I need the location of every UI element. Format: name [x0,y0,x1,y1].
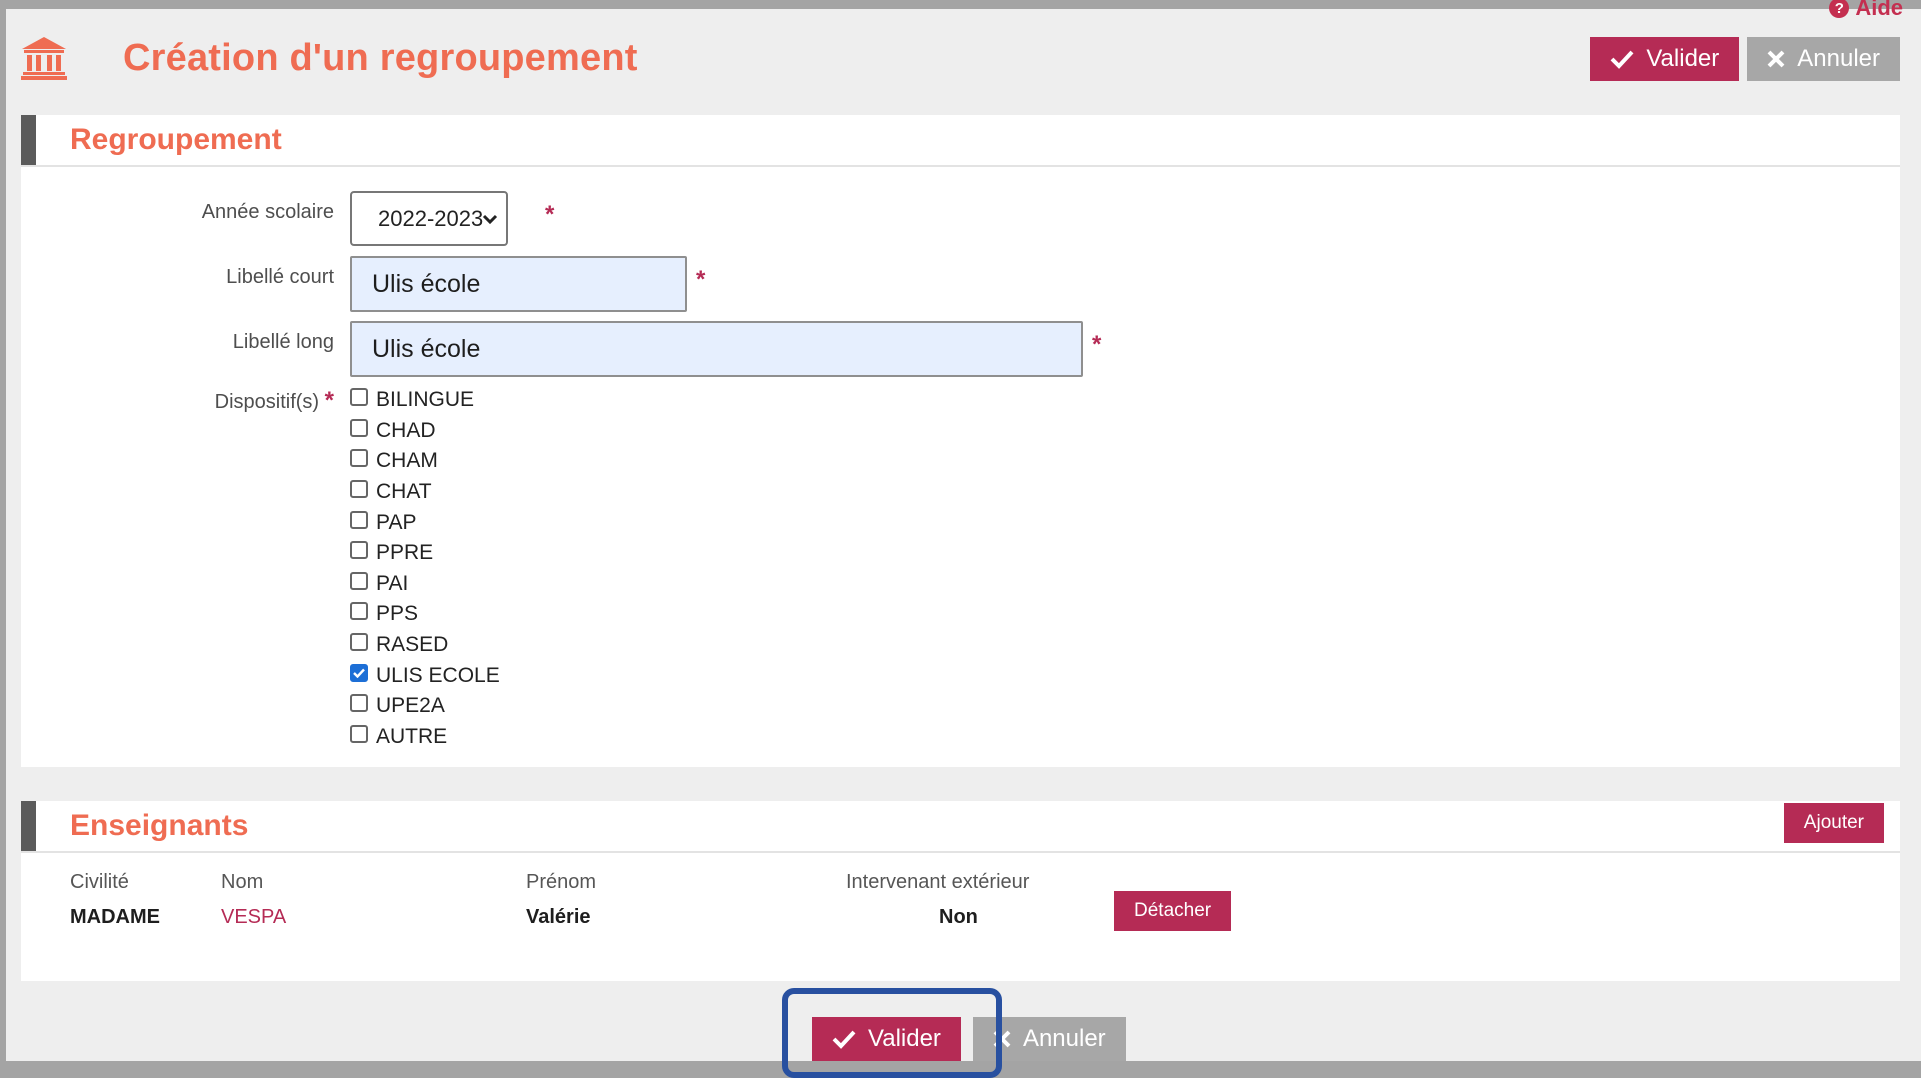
dispositif-item[interactable]: PAI [350,569,500,600]
close-icon [1767,50,1785,68]
dispositifs-label-text: Dispositif(s) [214,391,320,413]
column-nom: Nom [221,871,264,893]
dispositif-label: PAI [376,571,409,595]
section-bar [21,801,36,851]
cancel-label: Annuler [1022,1025,1106,1052]
checkbox[interactable] [350,541,368,560]
dispositif-label: CHAT [376,480,432,504]
dispositif-item[interactable]: UPE2A [350,691,500,722]
annee-select[interactable]: 2022-2023 [350,191,508,246]
checkbox-checked[interactable] [350,663,368,682]
checkbox[interactable] [350,510,368,529]
bank-building-icon [21,37,67,80]
dispositif-item[interactable]: RASED [350,630,500,661]
dispositifs-label: Dispositif(s) * [215,387,334,415]
section-bar [21,115,36,165]
annee-value: 2022-2023 [378,205,484,231]
dispositif-item[interactable]: CHAM [350,446,500,477]
nom-link[interactable]: VESPA [221,906,286,929]
dispositif-label: PPS [376,602,419,626]
exterieur-cell: Non [939,906,978,928]
libelle-long-label: Libellé long [232,331,334,353]
dispositif-label: AUTRE [376,724,448,748]
dispositif-label: UPE2A [376,694,445,718]
column-prenom: Prénom [526,871,597,893]
dispositif-item[interactable]: ULIS ECOLE [350,660,500,691]
page: ? Aide Création d'un regroupement Valide… [6,0,1921,1061]
annee-label: Année scolaire [201,201,334,223]
checkbox[interactable] [350,571,368,590]
checkmark-icon [1610,50,1634,69]
libelle-long-required: * [1092,331,1102,358]
libelle-court-input[interactable] [350,256,687,312]
checkmark-icon [353,668,365,678]
help-label: Aide [1855,0,1903,20]
annee-required: * [545,201,555,228]
dispositif-item[interactable]: PPRE [350,538,500,569]
column-civilite: Civilité [70,871,129,893]
cancel-label: Annuler [1797,45,1880,72]
dispositif-item[interactable]: BILINGUE [350,385,500,416]
regroupement-title: Regroupement [70,123,282,156]
bottom-actions: Valider Annuler [812,1017,1126,1061]
add-teacher-button[interactable]: Ajouter [1783,803,1884,843]
top-actions: Valider Annuler [1590,37,1900,81]
cancel-button-top[interactable]: Annuler [1747,37,1900,81]
checkbox[interactable] [350,694,368,713]
checkbox[interactable] [350,388,368,407]
checkbox[interactable] [350,480,368,499]
civilite-cell: MADAME [70,906,160,928]
page-title: Création d'un regroupement [123,37,638,79]
dispositif-label: BILINGUE [376,388,475,412]
regroupement-panel: Regroupement Année scolaire 2022-2023 * … [21,115,1900,767]
dispositif-label: ULIS ECOLE [376,663,500,687]
libelle-court-required: * [696,266,706,293]
checkmark-icon [832,1030,856,1049]
help-link[interactable]: ? Aide [1829,0,1903,21]
dispositif-label: PAP [376,510,417,534]
prenom-cell: Valérie [526,906,591,928]
dispositifs-list: BILINGUE CHAD CHAM CHAT PAP PPRE PAI PPS… [350,385,500,752]
detach-button[interactable]: Détacher [1114,891,1232,931]
dispositif-item[interactable]: PAP [350,507,500,538]
dispositif-label: RASED [376,633,449,657]
dispositif-item[interactable]: CHAT [350,477,500,508]
validate-label: Valider [868,1025,941,1052]
dispositif-label: PPRE [376,541,434,565]
dispositif-item[interactable]: CHAD [350,416,500,447]
question-icon: ? [1829,0,1850,18]
validate-label: Valider [1646,45,1720,72]
checkbox[interactable] [350,449,368,468]
dispositifs-required: * [324,387,334,414]
cancel-button[interactable]: Annuler [972,1017,1126,1061]
dispositif-item[interactable]: PPS [350,599,500,630]
regroupement-header: Regroupement [21,115,1900,167]
checkbox[interactable] [350,418,368,437]
validate-button-top[interactable]: Valider [1590,37,1740,81]
validate-button[interactable]: Valider [812,1017,961,1061]
libelle-long-input[interactable] [350,321,1083,377]
column-intervenant: Intervenant extérieur [846,871,1030,893]
checkbox[interactable] [350,602,368,621]
enseignants-title: Enseignants [70,809,249,842]
enseignants-panel: Enseignants Ajouter Civilité Nom Prénom … [21,801,1900,981]
libelle-court-label: Libellé court [226,266,334,288]
dispositif-item[interactable]: AUTRE [350,722,500,753]
enseignants-header: Enseignants Ajouter [21,801,1900,853]
checkbox[interactable] [350,633,368,652]
chevron-down-icon [482,214,498,225]
dispositif-label: CHAM [376,449,438,473]
close-icon [993,1030,1011,1048]
checkbox[interactable] [350,724,368,743]
dispositif-label: CHAD [376,418,436,442]
